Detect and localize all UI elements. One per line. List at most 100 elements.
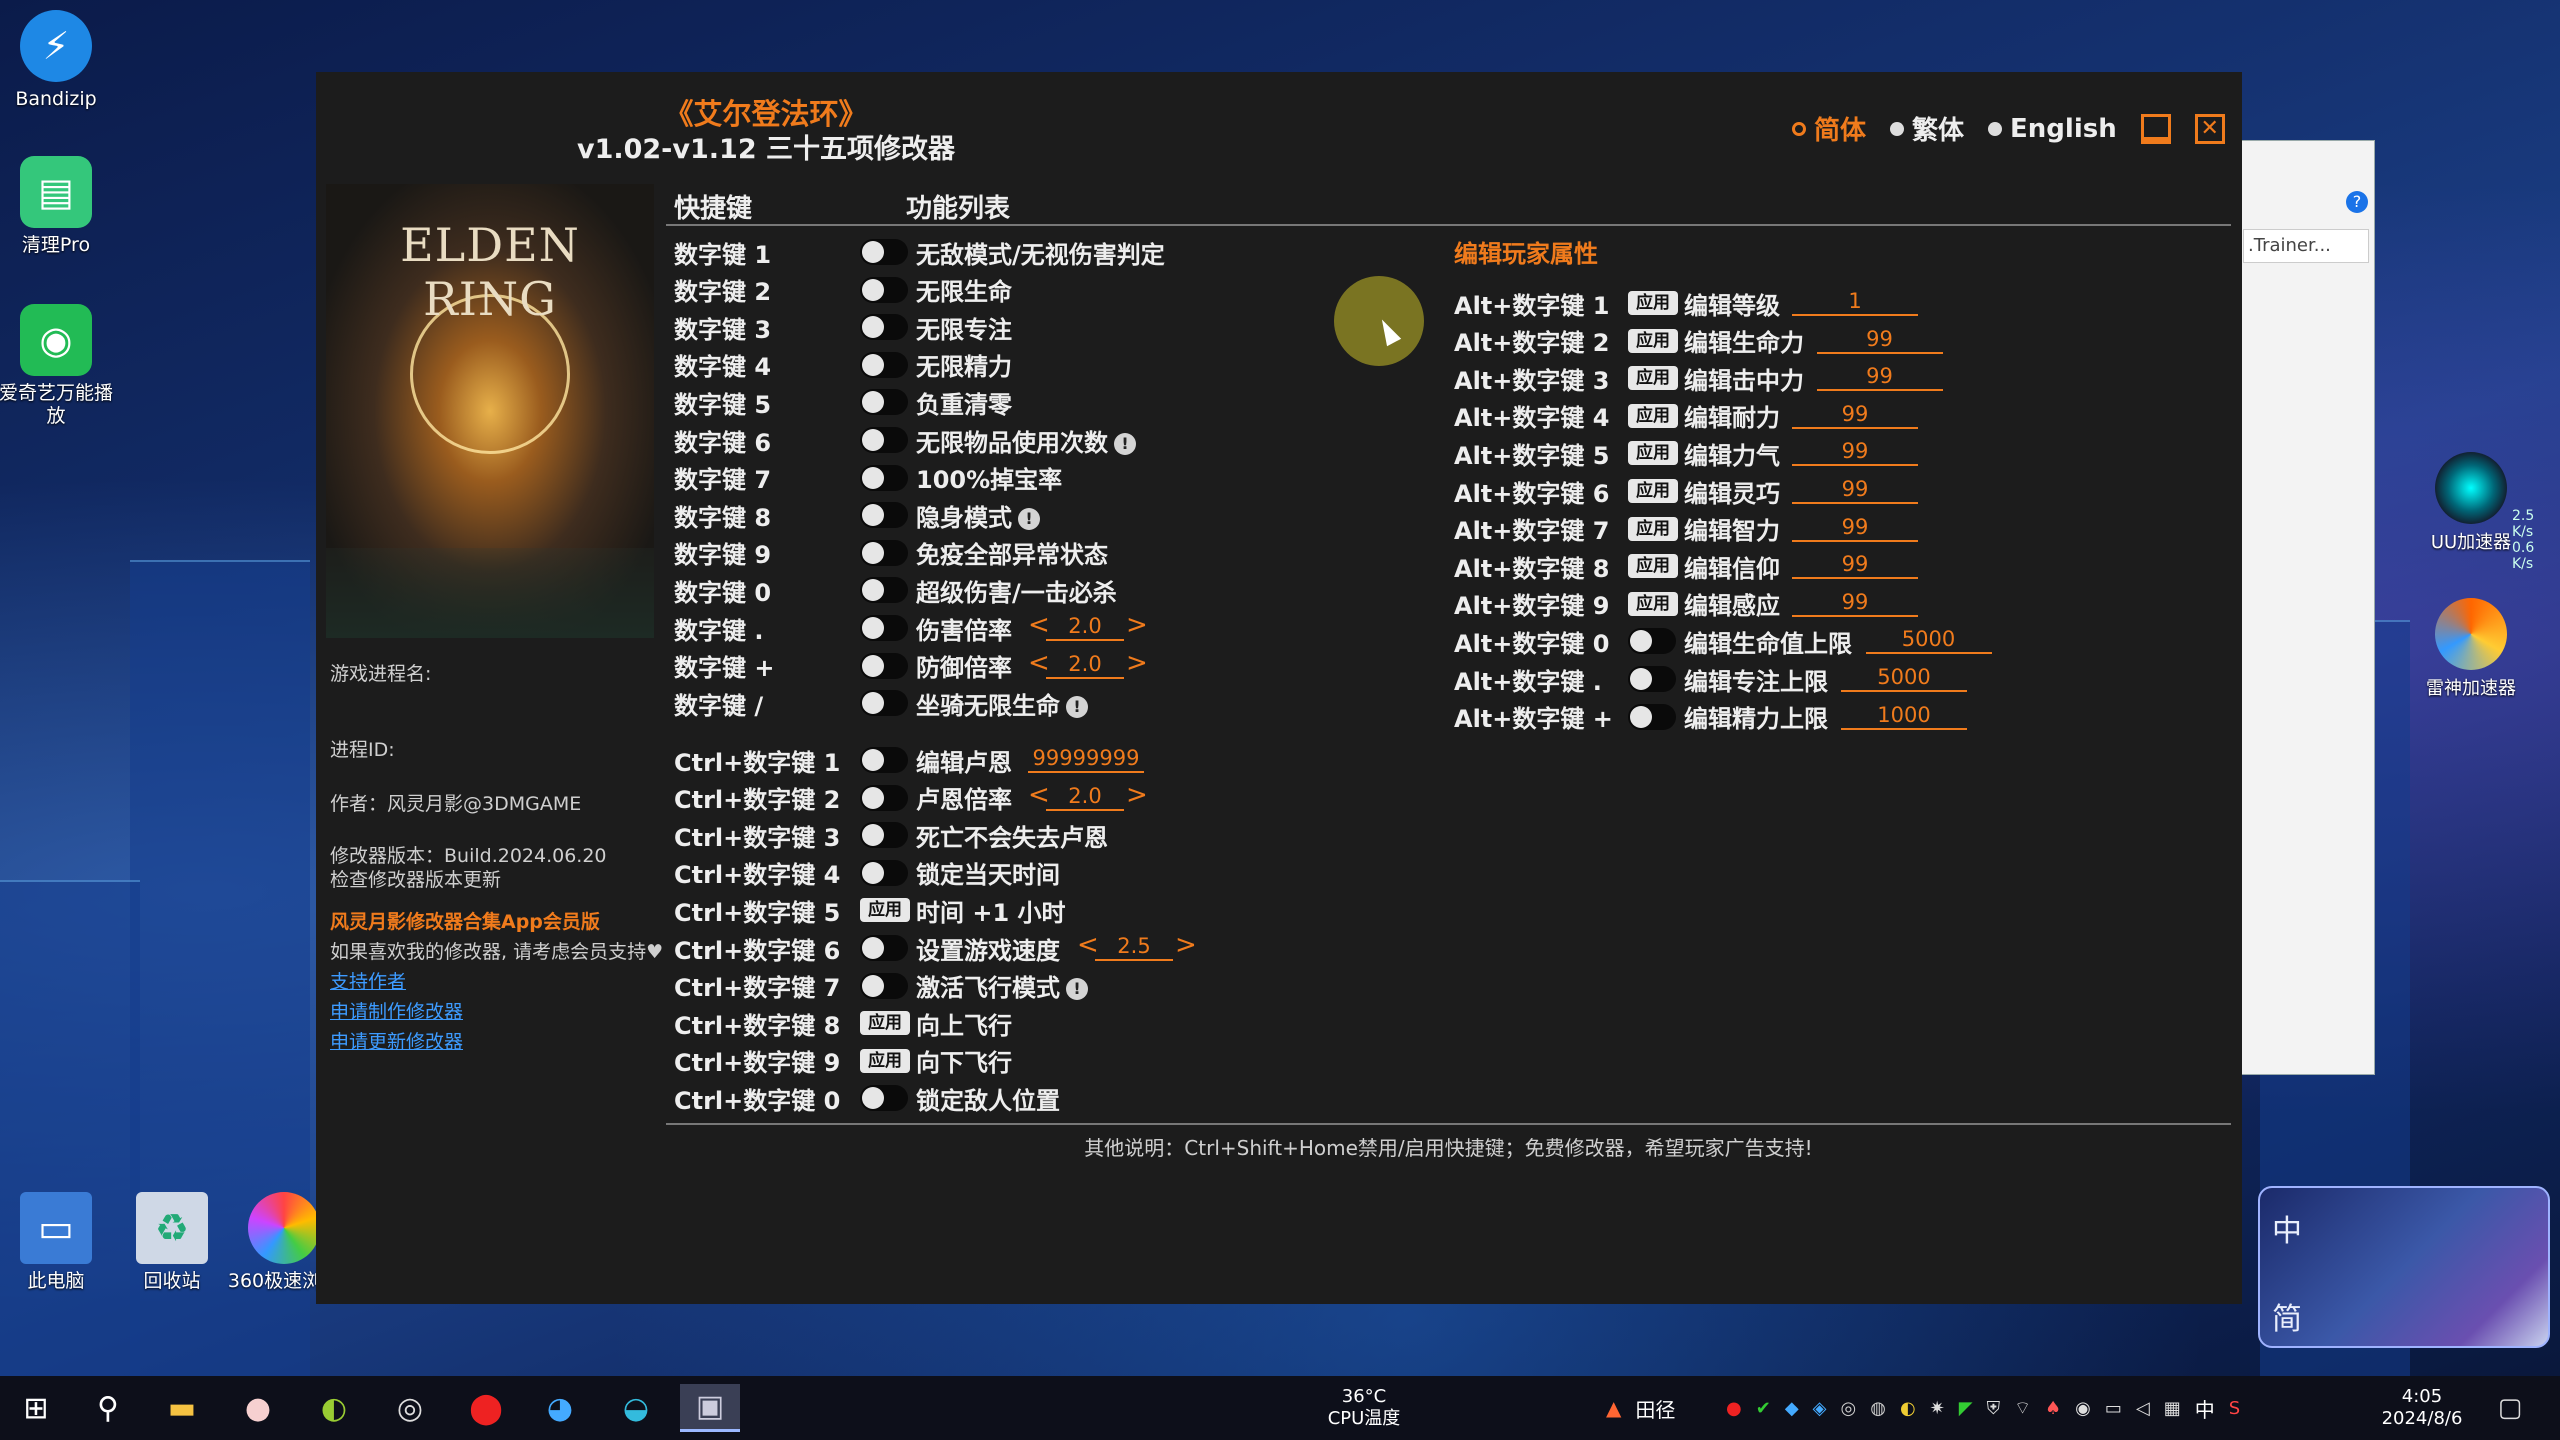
trainer-window[interactable]: 《艾尔登法环》 v1.02-v1.12 三十五项修改器 简体 繁体 Englis… [316, 72, 2242, 1304]
desktop-icon-leishen-accelerator[interactable]: 雷神加速器 [2416, 598, 2526, 700]
toggle-switch[interactable] [860, 784, 908, 811]
apply-button[interactable]: 应用 [1628, 591, 1678, 616]
value-field[interactable]: 99 [1792, 551, 1918, 580]
lang-simplified[interactable]: 简体 [1792, 110, 1866, 147]
desktop-icon-iqiyi[interactable]: ◉ 爱奇艺万能播放 [0, 304, 116, 428]
value-field[interactable]: 99 [1816, 326, 1943, 354]
value-field[interactable]: 99999999 [1028, 745, 1144, 773]
apply-button[interactable]: 应用 [1628, 403, 1678, 428]
desktop-icon-uu-accelerator[interactable]: UU加速器 [2416, 452, 2526, 554]
value-field[interactable]: 5000 [1865, 626, 1992, 655]
hotkey-row: Alt+数字键 . 编辑专注上限 5000 [316, 662, 2236, 696]
toggle-switch[interactable] [860, 972, 908, 999]
steam-icon[interactable]: ◉ [2075, 1398, 2091, 1419]
anime-desktop-widget[interactable]: 中 简 [2258, 1186, 2550, 1348]
feature-cell: 向上飞行 [916, 1006, 1012, 1041]
hotkey-label: Ctrl+数字键 8 [674, 1011, 841, 1040]
value-field[interactable]: 5000 [1841, 664, 1967, 692]
desktop-icon-cleaner-pro[interactable]: ▤ 清理Pro [0, 156, 116, 257]
search-icon[interactable]: ⚲ [78, 1384, 138, 1432]
value-field[interactable]: 99 [1792, 589, 1918, 617]
apply-button[interactable]: 应用 [1628, 479, 1678, 503]
sogou-icon[interactable]: S [2229, 1398, 2240, 1419]
toggle-switch[interactable] [1628, 703, 1676, 730]
tray-app-icon[interactable]: ♠ [2045, 1398, 2061, 1419]
trainer-taskbar-icon[interactable]: ▣ [680, 1384, 740, 1432]
volume-icon[interactable]: ◁ [2136, 1398, 2150, 1419]
toggle-switch[interactable] [1628, 628, 1676, 655]
apply-button[interactable]: 应用 [860, 1011, 910, 1036]
feature-label: 无敌模式/无视伤害判定 [916, 240, 1165, 269]
taskbar-app-icon[interactable]: ● [228, 1384, 288, 1432]
value-field[interactable]: 99 [1792, 476, 1918, 504]
hotkey-row: Ctrl+数字键 2 卢恩倍率 <2.0 > [316, 780, 2236, 815]
ime-indicator[interactable]: 中 [2195, 1394, 2215, 1423]
toggle-switch[interactable] [860, 747, 908, 773]
taskbar-app-icon[interactable]: ◎ [380, 1384, 440, 1432]
apply-button[interactable]: 应用 [1628, 328, 1678, 353]
nvidia-icon[interactable]: ◤ [1959, 1398, 1973, 1419]
search-box[interactable]: .Trainer... [2243, 229, 2369, 263]
record-icon[interactable]: ⬤ [456, 1384, 516, 1432]
clock[interactable]: 4:05 2024/8/6 [2360, 1386, 2484, 1430]
edge-icon[interactable]: ◒ [606, 1384, 666, 1432]
file-explorer-icon[interactable]: ▬ [152, 1384, 212, 1432]
apply-button[interactable]: 应用 [860, 898, 910, 923]
value-field[interactable]: 99 [1792, 438, 1918, 467]
value-field[interactable]: 1 [1792, 288, 1918, 316]
value-field[interactable]: 99 [1792, 401, 1918, 429]
toggle-switch[interactable] [1628, 666, 1676, 692]
desktop-icon-this-pc[interactable]: ▭ 此电脑 [0, 1192, 116, 1293]
increase-arrow-icon[interactable]: > [1126, 780, 1148, 810]
apply-button[interactable]: 应用 [1628, 516, 1678, 541]
weather-text[interactable]: 田径 [1635, 1394, 1675, 1423]
toggle-switch[interactable] [860, 239, 908, 265]
hotkey-label: Ctrl+数字键 7 [674, 974, 841, 1003]
increase-arrow-icon[interactable]: > [1175, 930, 1197, 960]
cpu-temp-widget[interactable]: 36°C CPU温度 [1316, 1386, 1412, 1430]
display-icon[interactable]: ▭ [2105, 1398, 2122, 1419]
value-field[interactable]: 1000 [1841, 702, 1967, 730]
apply-button[interactable]: 应用 [860, 1048, 910, 1073]
feature-cell: 编辑力气 [1684, 436, 1780, 471]
value-field[interactable]: 99 [1816, 363, 1943, 392]
value-field[interactable]: 2.5 [1095, 933, 1173, 961]
desktop-icon-bandizip[interactable]: ⚡ Bandizip [0, 10, 116, 111]
toggle-switch[interactable] [860, 859, 908, 886]
tray-app-icon[interactable]: ◐ [1900, 1398, 1916, 1419]
background-explorer-window[interactable]: ? .Trainer... [2240, 140, 2375, 1075]
value-field[interactable]: 99 [1792, 514, 1918, 542]
apply-button[interactable]: 应用 [1628, 441, 1678, 466]
check-tray-icon[interactable]: ✔ [1756, 1398, 1771, 1419]
apply-button[interactable]: 应用 [1628, 291, 1678, 315]
value-field[interactable]: 2.0 [1046, 783, 1124, 811]
toggle-switch[interactable] [860, 935, 908, 961]
toggle-knob [1630, 630, 1652, 653]
help-icon[interactable]: ? [2346, 191, 2368, 213]
start-button[interactable]: ⊞ [6, 1384, 66, 1432]
toggle-switch[interactable] [860, 1085, 908, 1112]
feature-label: 编辑感应 [1684, 592, 1780, 621]
taskbar-app-icon[interactable]: ◐ [304, 1384, 364, 1432]
tray-app-icon[interactable]: ◍ [1870, 1398, 1886, 1419]
minimize-button[interactable] [2140, 113, 2171, 144]
tray-app-icon[interactable]: ◎ [1841, 1398, 1857, 1419]
security-icon[interactable]: ⛨ [1987, 1398, 2001, 1419]
keyboard-icon[interactable]: ▦ [2164, 1398, 2181, 1419]
apply-button[interactable]: 应用 [1628, 366, 1678, 391]
shield-icon[interactable]: ◆ [1785, 1398, 1799, 1419]
wifi-icon[interactable]: ⌔ [2014, 1397, 2031, 1420]
flame-icon[interactable]: ▲ [1606, 1396, 1621, 1420]
toggle-switch[interactable] [860, 822, 908, 849]
360-browser-taskbar-icon[interactable]: ◕ [530, 1384, 590, 1432]
info-icon[interactable]: ! [1066, 978, 1088, 1001]
apply-button[interactable]: 应用 [1628, 554, 1678, 579]
close-button[interactable]: ✕ [2194, 113, 2225, 144]
settings-icon[interactable]: ✷ [1930, 1398, 1945, 1419]
desktop-icon-recycle-bin[interactable]: ♻ 回收站 [112, 1192, 232, 1293]
notification-icon[interactable]: ▢ [2480, 1384, 2540, 1432]
record-tray-icon[interactable]: ● [1726, 1398, 1742, 1419]
network-icon[interactable]: ◈ [1813, 1398, 1827, 1419]
lang-traditional[interactable]: 繁体 [1890, 110, 1964, 147]
lang-english[interactable]: English [1988, 114, 2117, 144]
